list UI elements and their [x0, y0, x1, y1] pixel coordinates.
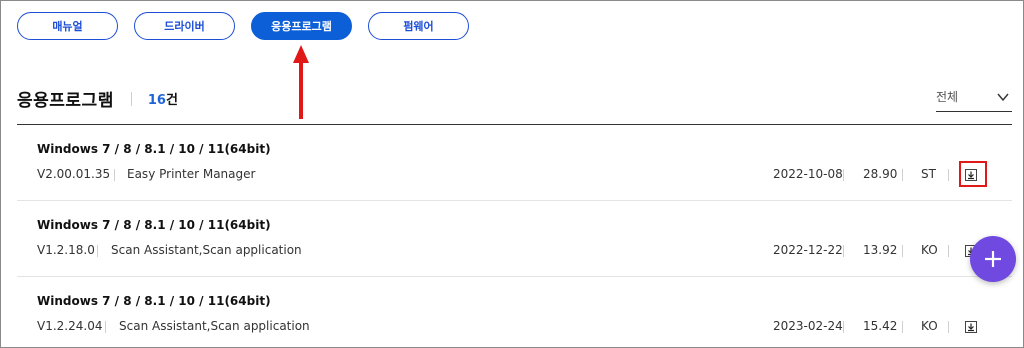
- language: KO: [921, 319, 938, 333]
- divider: [948, 245, 949, 257]
- divider: [902, 245, 903, 257]
- language: ST: [921, 167, 936, 181]
- os-compatibility: Windows 7 / 8 / 8.1 / 10 / 11(64bit): [37, 142, 271, 156]
- divider: [843, 169, 844, 181]
- tab-application[interactable]: 응용프로그램: [251, 12, 352, 40]
- divider: [97, 245, 98, 257]
- os-compatibility: Windows 7 / 8 / 8.1 / 10 / 11(64bit): [37, 218, 271, 232]
- download-icon[interactable]: [965, 321, 977, 333]
- release-date: 2023-02-24: [773, 319, 843, 333]
- divider: [114, 169, 115, 181]
- release-date: 2022-10-08: [773, 167, 843, 181]
- header-divider: [130, 91, 132, 106]
- category-tabs: 매뉴얼 드라이버 응용프로그램 펌웨어: [17, 12, 485, 40]
- version: V1.2.18.0: [37, 243, 95, 257]
- annotation-arrow: [293, 45, 309, 119]
- divider: [843, 245, 844, 257]
- description: Easy Printer Manager: [127, 167, 256, 181]
- language: KO: [921, 243, 938, 257]
- file-size: 28.90: [863, 167, 898, 181]
- divider: [948, 321, 949, 333]
- version: V2.00.01.35: [37, 167, 111, 181]
- tab-firmware[interactable]: 펌웨어: [368, 12, 469, 40]
- floating-add-button[interactable]: [970, 236, 1016, 282]
- list-item: Windows 7 / 8 / 8.1 / 10 / 11(64bit) V1.…: [17, 201, 1012, 277]
- divider: [948, 169, 949, 181]
- list-item: Windows 7 / 8 / 8.1 / 10 / 11(64bit) V2.…: [17, 125, 1012, 201]
- result-count: 16건: [148, 89, 178, 108]
- file-size: 15.42: [863, 319, 898, 333]
- os-compatibility: Windows 7 / 8 / 8.1 / 10 / 11(64bit): [37, 294, 271, 308]
- tab-driver[interactable]: 드라이버: [134, 12, 235, 40]
- description: Scan Assistant,Scan application: [119, 319, 310, 333]
- description: Scan Assistant,Scan application: [111, 243, 302, 257]
- list-item: Windows 7 / 8 / 8.1 / 10 / 11(64bit) V1.…: [17, 277, 1012, 348]
- divider: [902, 169, 903, 181]
- plus-icon: [985, 251, 1001, 267]
- divider: [902, 321, 903, 333]
- divider: [105, 321, 106, 333]
- version: V1.2.24.04: [37, 319, 103, 333]
- download-icon[interactable]: [965, 169, 977, 181]
- result-count-unit: 건: [165, 93, 178, 108]
- section-header: 응용프로그램 16건: [17, 86, 178, 111]
- filter-selected-value: 전체: [936, 90, 959, 104]
- file-size: 13.92: [863, 243, 898, 257]
- tab-manual[interactable]: 매뉴얼: [17, 12, 118, 40]
- result-count-number: 16: [147, 93, 166, 108]
- chevron-down-icon: [997, 93, 1009, 101]
- release-date: 2022-12-22: [773, 243, 843, 257]
- divider: [843, 321, 844, 333]
- filter-dropdown[interactable]: 전체: [936, 86, 1012, 112]
- section-title: 응용프로그램: [17, 91, 114, 111]
